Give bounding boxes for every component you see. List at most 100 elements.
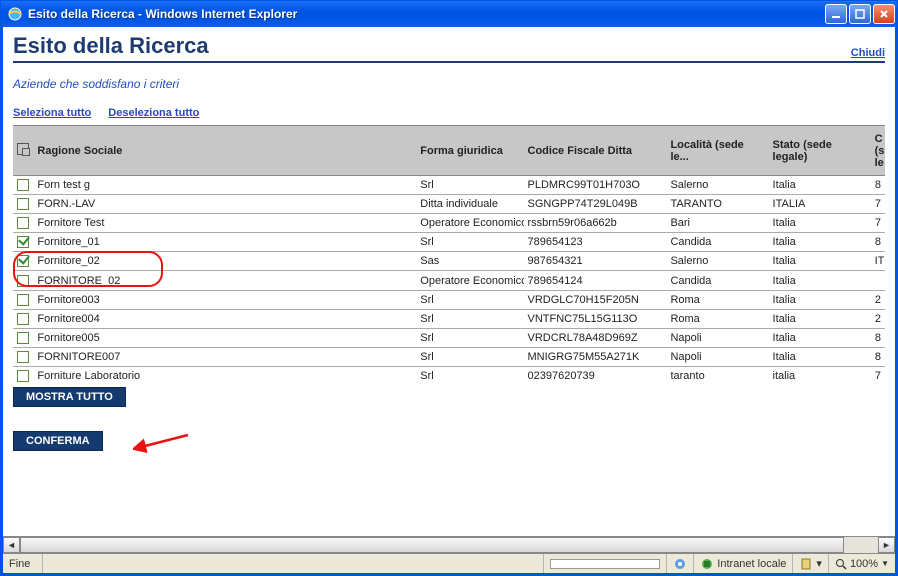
cell-last: 8: [871, 328, 885, 347]
cell-localita: Salerno: [666, 252, 768, 271]
cell-ragione: FORNITORE007: [33, 347, 416, 366]
status-security-icon[interactable]: [667, 554, 694, 573]
cell-codice: 789654123: [524, 233, 667, 252]
scroll-track[interactable]: [20, 537, 878, 553]
cell-last: IT: [871, 252, 885, 271]
cell-forma: Operatore Economico Direttiva Europea: [416, 214, 523, 233]
table-row: Fornitore003SrlVRDGLC70H15F205NRomaItali…: [13, 290, 885, 309]
status-zone[interactable]: Intranet locale: [694, 554, 793, 573]
chevron-down-icon: ▼: [881, 559, 889, 568]
results-table: Ragione Sociale Forma giuridica Codice F…: [13, 125, 885, 385]
cell-stato: Italia: [769, 233, 871, 252]
cell-codice: 02397620739: [524, 366, 667, 385]
table-row: FORNITORE007SrlMNIGRG75M55A271KNapoliIta…: [13, 347, 885, 366]
col-header-stato[interactable]: Stato (sede legale): [769, 126, 871, 176]
table-row: FORN.-LAVDitta individualeSGNGPP74T29L04…: [13, 195, 885, 214]
cell-localita: Candida: [666, 271, 768, 290]
cell-last: 2: [871, 309, 885, 328]
cell-stato: Italia: [769, 252, 871, 271]
deselect-all-link[interactable]: Deseleziona tutto: [108, 107, 199, 119]
cell-forma: Srl: [416, 347, 523, 366]
cell-ragione: Fornitore_01: [33, 233, 416, 252]
status-progress: [544, 554, 667, 573]
cell-ragione: FORN.-LAV: [33, 195, 416, 214]
cell-ragione: Fornitore_02: [33, 252, 416, 271]
scroll-thumb[interactable]: [20, 537, 844, 553]
row-checkbox[interactable]: [17, 236, 29, 248]
cell-ragione: Fornitore003: [33, 290, 416, 309]
window-title: Esito della Ricerca - Windows Internet E…: [28, 7, 825, 21]
mostra-tutto-button[interactable]: MOSTRA TUTTO: [13, 387, 126, 407]
cell-forma: Operatore Economico Direttiva Europea: [416, 271, 523, 290]
cell-forma: Srl: [416, 233, 523, 252]
cell-localita: TARANTO: [666, 195, 768, 214]
table-row: FORNITORE_02Operatore Economico Direttiv…: [13, 271, 885, 290]
cell-ragione: Fornitore005: [33, 328, 416, 347]
col-header-last[interactable]: C (s le: [871, 126, 885, 176]
app-window: Esito della Ricerca - Windows Internet E…: [0, 0, 898, 576]
cell-codice: SGNGPP74T29L049B: [524, 195, 667, 214]
table-row: Fornitore_01Srl789654123CandidaItalia8: [13, 233, 885, 252]
row-checkbox[interactable]: [17, 370, 29, 382]
row-checkbox[interactable]: [17, 275, 29, 287]
col-header-forma[interactable]: Forma giuridica: [416, 126, 523, 176]
cell-stato: ITALIA: [769, 195, 871, 214]
table-row: Fornitore TestOperatore Economico Dirett…: [13, 214, 885, 233]
close-button[interactable]: [873, 4, 895, 24]
zone-icon: [700, 557, 714, 571]
status-spacer: [43, 554, 544, 573]
close-link[interactable]: Chiudi: [851, 47, 885, 59]
row-checkbox[interactable]: [17, 313, 29, 325]
cell-localita: Roma: [666, 309, 768, 328]
row-checkbox[interactable]: [17, 294, 29, 306]
col-header-localita[interactable]: Località (sede le...: [666, 126, 768, 176]
row-checkbox[interactable]: [17, 332, 29, 344]
cell-stato: Italia: [769, 309, 871, 328]
minimize-button[interactable]: [825, 4, 847, 24]
status-left: Fine: [3, 554, 43, 573]
col-header-ragione[interactable]: Ragione Sociale: [33, 126, 416, 176]
cell-forma: Srl: [416, 290, 523, 309]
annotation-arrow-icon: [133, 433, 193, 457]
scroll-right-button[interactable]: ►: [878, 537, 895, 553]
cell-ragione: Fornitore004: [33, 309, 416, 328]
table-row: Fornitore004SrlVNTFNC75L15G113ORomaItali…: [13, 309, 885, 328]
maximize-button[interactable]: [849, 4, 871, 24]
row-checkbox[interactable]: [17, 217, 29, 229]
table-header-row: Ragione Sociale Forma giuridica Codice F…: [13, 126, 885, 176]
cell-codice: MNIGRG75M55A271K: [524, 347, 667, 366]
cell-localita: Salerno: [666, 176, 768, 195]
row-checkbox[interactable]: [17, 255, 29, 267]
cell-forma: Srl: [416, 366, 523, 385]
titlebar: Esito della Ricerca - Windows Internet E…: [1, 1, 897, 27]
cell-last: 7: [871, 366, 885, 385]
conferma-button[interactable]: CONFERMA: [13, 431, 103, 451]
cell-stato: italia: [769, 366, 871, 385]
row-checkbox[interactable]: [17, 351, 29, 363]
cell-forma: Srl: [416, 176, 523, 195]
window-buttons: [825, 4, 895, 24]
cell-localita: Bari: [666, 214, 768, 233]
cell-forma: Srl: [416, 328, 523, 347]
zone-label: Intranet locale: [717, 558, 786, 570]
cell-last: 8: [871, 176, 885, 195]
status-zoom[interactable]: 100% ▼: [829, 554, 895, 573]
cell-forma: Ditta individuale: [416, 195, 523, 214]
status-protected-mode-icon[interactable]: ▾: [793, 554, 829, 573]
statusbar: Fine Intranet locale ▾ 100% ▼: [3, 553, 895, 573]
horizontal-scrollbar[interactable]: ◄ ►: [3, 536, 895, 553]
cell-stato: Italia: [769, 271, 871, 290]
cell-ragione: FORNITORE_02: [33, 271, 416, 290]
cell-forma: Srl: [416, 309, 523, 328]
scroll-left-button[interactable]: ◄: [3, 537, 20, 553]
content-area: Esito della Ricerca Chiudi Aziende che s…: [1, 27, 897, 575]
cell-last: 7: [871, 214, 885, 233]
page-header: Esito della Ricerca Chiudi: [13, 33, 885, 63]
cell-localita: Napoli: [666, 328, 768, 347]
row-checkbox[interactable]: [17, 198, 29, 210]
select-all-link[interactable]: Seleziona tutto: [13, 107, 91, 119]
col-header-export-icon[interactable]: [13, 126, 33, 176]
col-header-codice[interactable]: Codice Fiscale Ditta: [524, 126, 667, 176]
cell-codice: rssbrn59r06a662b: [524, 214, 667, 233]
row-checkbox[interactable]: [17, 179, 29, 191]
